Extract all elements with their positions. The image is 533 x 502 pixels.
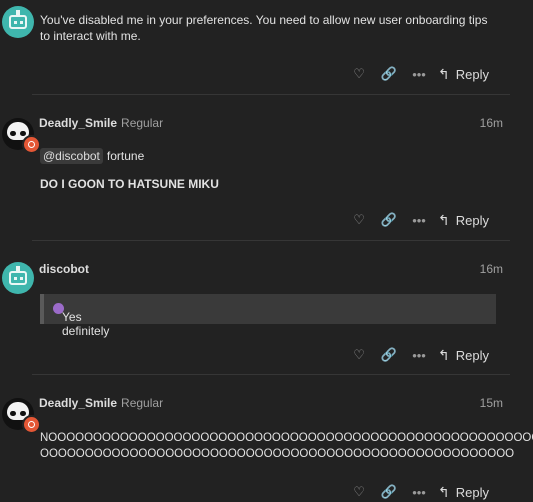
post-divider bbox=[32, 374, 510, 375]
reply-button[interactable]: ↰ Reply bbox=[438, 347, 489, 364]
post-actions: ♡ 🔗 ••• ↰ Reply bbox=[344, 345, 489, 365]
heart-icon[interactable]: ♡ bbox=[344, 64, 374, 84]
author-name: Deadly_Smile bbox=[39, 116, 118, 130]
reply-arrow-icon: ↰ bbox=[438, 346, 450, 363]
reply-label: Reply bbox=[455, 66, 489, 82]
quote-text-wrap: Yes definitely bbox=[53, 302, 109, 338]
skull-eye bbox=[10, 131, 16, 136]
username[interactable]: Deadly_Smile Regular bbox=[39, 396, 163, 410]
link-icon[interactable]: 🔗 bbox=[374, 64, 404, 84]
ellipsis-icon[interactable]: ••• bbox=[404, 482, 434, 502]
reply-label: Reply bbox=[455, 484, 489, 500]
post-deadly-smile-1: Deadly_Smile Regular 16m @discobot fortune… bbox=[0, 110, 533, 241]
ellipsis-icon[interactable]: ••• bbox=[404, 345, 434, 365]
username[interactable]: Deadly_Smile Regular bbox=[39, 116, 163, 130]
post-body: NOOOOOOOOOOOOOOOOOOOOOOOOOOOOOOOOOOOOOOO… bbox=[40, 430, 533, 462]
quote-text: Yes definitely bbox=[62, 310, 110, 338]
post-deadly-smile-2: Deadly_Smile Regular 15m NOOOOOOOOOOOOOOO… bbox=[0, 390, 533, 500]
post-date[interactable]: 16m bbox=[480, 116, 503, 130]
reply-button[interactable]: ↰ Reply bbox=[438, 484, 489, 501]
ellipsis-icon[interactable]: ••• bbox=[404, 64, 434, 84]
post-body-line: NOOOOOOOOOOOOOOOOOOOOOOOOOOOOOOOOOOOOOOO… bbox=[40, 432, 533, 444]
skull-eye bbox=[20, 131, 26, 136]
heart-icon[interactable]: ♡ bbox=[344, 482, 374, 502]
mention-text: fortune bbox=[106, 149, 145, 163]
reply-label: Reply bbox=[455, 347, 489, 363]
username[interactable]: discobot bbox=[39, 262, 89, 276]
flair-badge bbox=[22, 415, 41, 434]
skull-eye bbox=[10, 411, 16, 416]
ellipsis-icon[interactable]: ••• bbox=[404, 210, 434, 230]
robot-face bbox=[9, 271, 27, 285]
heart-icon[interactable]: ♡ bbox=[344, 345, 374, 365]
post-actions: ♡ 🔗 ••• ↰ Reply bbox=[344, 64, 489, 84]
heart-icon[interactable]: ♡ bbox=[344, 210, 374, 230]
skull-eye bbox=[20, 411, 26, 416]
post-date[interactable]: 16m bbox=[480, 262, 503, 276]
post-body: You've disabled me in your preferences. … bbox=[40, 13, 488, 43]
user-title: Regular bbox=[121, 116, 164, 130]
reply-arrow-icon: ↰ bbox=[438, 483, 450, 500]
user-title: Regular bbox=[121, 396, 164, 410]
post-actions: ♡ 🔗 ••• ↰ Reply bbox=[344, 210, 489, 230]
post-discobot-notice: You've disabled me in your preferences. … bbox=[0, 0, 533, 95]
post-actions: ♡ 🔗 ••• ↰ Reply bbox=[344, 482, 489, 502]
link-icon[interactable]: 🔗 bbox=[374, 482, 404, 502]
author-name: Deadly_Smile bbox=[39, 396, 118, 410]
author-name: discobot bbox=[39, 262, 89, 276]
discobot-avatar[interactable] bbox=[2, 262, 34, 294]
discobot-avatar[interactable] bbox=[2, 6, 34, 38]
link-icon[interactable]: 🔗 bbox=[374, 210, 404, 230]
flair-badge bbox=[22, 135, 41, 154]
reply-arrow-icon: ↰ bbox=[438, 65, 450, 82]
reply-button[interactable]: ↰ Reply bbox=[438, 212, 489, 229]
robot-eye bbox=[20, 277, 23, 280]
post-body-text: DO I GOON TO HATSUNE MIKU bbox=[40, 177, 219, 191]
post-discobot-fortune: discobot 16m Yes definitely ♡ 🔗 ••• ↰ Re… bbox=[0, 256, 533, 376]
fortune-quote: Yes definitely bbox=[40, 294, 496, 338]
link-icon[interactable]: 🔗 bbox=[374, 345, 404, 365]
reply-button[interactable]: ↰ Reply bbox=[438, 66, 489, 83]
robot-eye bbox=[14, 21, 17, 24]
robot-eye bbox=[14, 277, 17, 280]
post-date[interactable]: 15m bbox=[480, 396, 503, 410]
reply-arrow-icon: ↰ bbox=[438, 211, 450, 228]
post-divider bbox=[32, 240, 510, 241]
mention-link[interactable]: @discobot bbox=[40, 148, 103, 164]
robot-eye bbox=[20, 21, 23, 24]
post-body: @discobot fortune bbox=[40, 148, 500, 164]
post-divider bbox=[32, 94, 510, 95]
post-body-line: OOOOOOOOOOOOOOOOOOOOOOOOOOOOOOOOOOOOOOOO… bbox=[40, 448, 515, 460]
reply-label: Reply bbox=[455, 212, 489, 228]
robot-face bbox=[9, 15, 27, 29]
